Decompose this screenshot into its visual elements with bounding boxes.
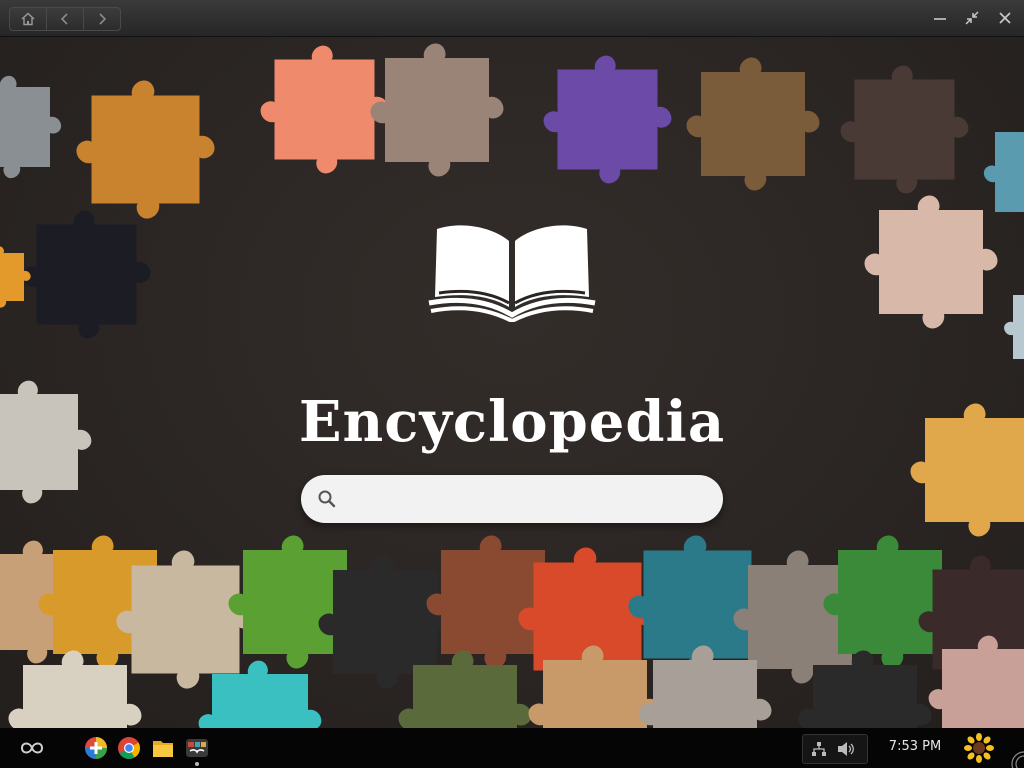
search-icon <box>318 490 336 508</box>
puzzle-piece-space <box>22 210 151 339</box>
app-store-button[interactable] <box>84 736 108 760</box>
hot-corner-icon[interactable] <box>1008 744 1024 768</box>
puzzle-piece-painting <box>686 57 820 191</box>
puzzle-piece-honeycomb <box>76 80 215 219</box>
puzzle-piece-paper <box>8 650 142 728</box>
chrome-button[interactable] <box>117 736 141 760</box>
open-book-icon <box>428 225 596 322</box>
back-arrow-icon <box>60 13 68 25</box>
puzzle-piece-plane <box>116 550 255 689</box>
clock[interactable]: 7:53 PM <box>872 739 958 754</box>
puzzle-piece-sea <box>983 120 1024 224</box>
running-indicator <box>195 762 199 766</box>
app-title: Encyclopedia <box>298 389 726 455</box>
taskbar: 7:53 PM <box>0 728 1024 768</box>
puzzle-piece-shell <box>840 65 969 194</box>
launcher-button[interactable] <box>18 736 46 760</box>
sunflower-avatar-icon <box>964 733 994 763</box>
close-icon <box>999 12 1011 24</box>
puzzle-collage <box>0 43 1024 728</box>
system-tray[interactable] <box>802 734 868 764</box>
puzzle-piece-fashion <box>864 195 998 329</box>
home-icon <box>21 12 35 26</box>
puzzle-piece-orange <box>0 246 31 308</box>
puzzle-piece-sky <box>1004 286 1024 368</box>
encyclopedia-home: Encyclopedia <box>0 37 1024 728</box>
close-button[interactable] <box>995 9 1015 27</box>
puzzle-piece-iris <box>543 55 672 184</box>
forward-button[interactable] <box>84 8 120 30</box>
puzzle-piece-coral <box>370 43 504 177</box>
encyclopedia-app-icon <box>186 739 208 757</box>
navigation-group <box>9 7 121 31</box>
puzzle-piece-flower <box>260 45 389 174</box>
unmaximize-button[interactable] <box>962 9 982 27</box>
file-manager-icon <box>153 741 173 757</box>
files-button[interactable] <box>151 736 175 760</box>
search-bar[interactable] <box>301 475 723 523</box>
window-titlebar <box>0 0 1024 37</box>
back-button[interactable] <box>47 8 84 30</box>
minimize-button[interactable] <box>930 9 950 27</box>
search-input[interactable] <box>341 485 705 515</box>
puzzle-piece-pink <box>928 635 1024 728</box>
endless-infinity-icon <box>20 742 44 754</box>
app-store-icon <box>85 737 107 759</box>
volume-icon[interactable] <box>837 741 855 757</box>
forward-arrow-icon <box>99 13 107 25</box>
minimize-icon <box>934 18 946 20</box>
home-button[interactable] <box>10 8 47 30</box>
network-icon[interactable] <box>811 741 827 757</box>
chrome-browser-icon <box>118 737 140 759</box>
puzzle-piece-wood <box>0 75 62 179</box>
unmaximize-icon <box>965 11 979 25</box>
encyclopedia-taskbar-button[interactable] <box>185 736 209 766</box>
user-menu-button[interactable] <box>964 733 994 763</box>
